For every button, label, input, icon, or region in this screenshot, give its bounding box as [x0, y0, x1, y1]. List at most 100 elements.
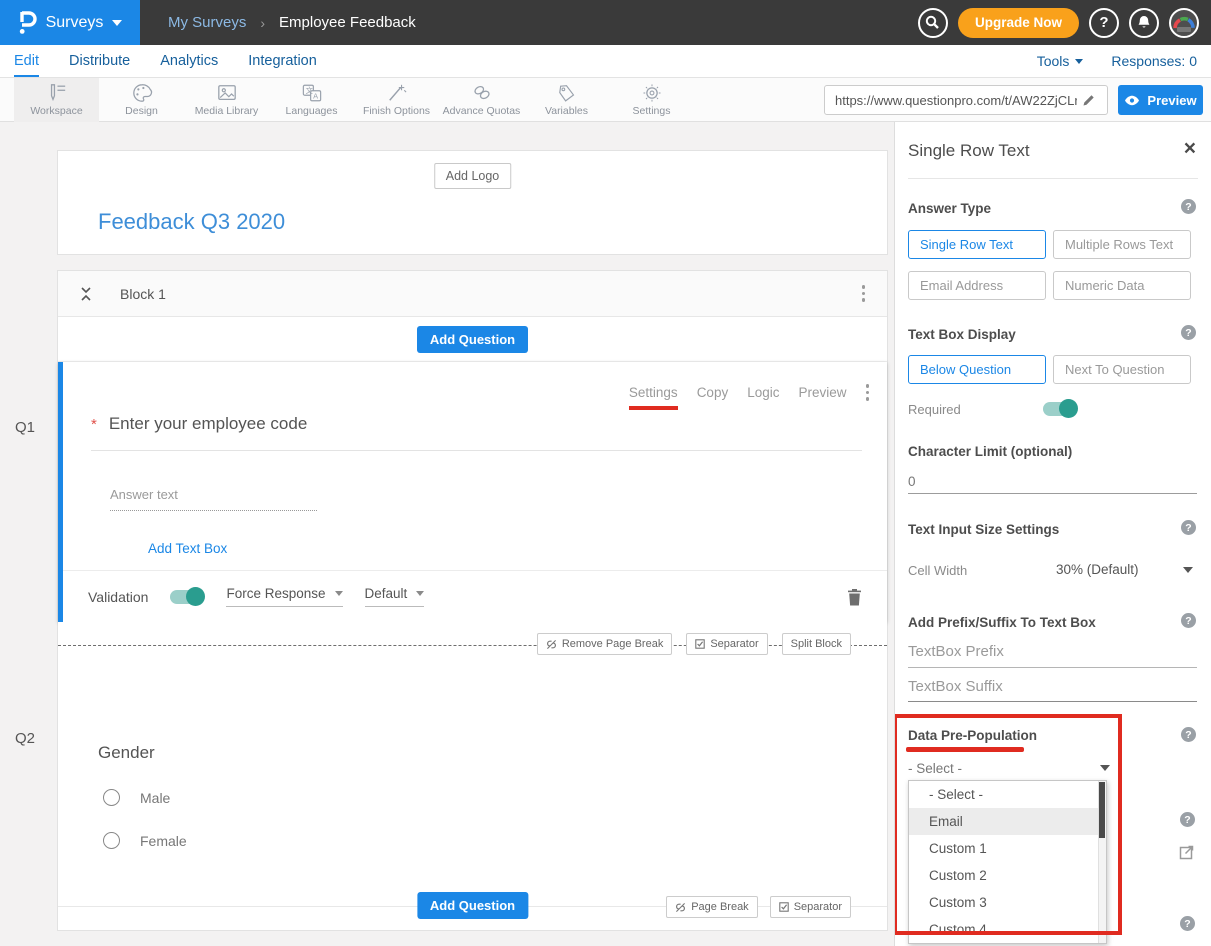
- external-link-icon[interactable]: [1179, 844, 1195, 860]
- required-asterisk: *: [91, 416, 97, 433]
- data-pre-population-select[interactable]: - Select -: [908, 761, 962, 776]
- dropdown-scrollbar[interactable]: [1098, 781, 1106, 943]
- display-next-to-question[interactable]: Next To Question: [1053, 355, 1191, 384]
- toolbar-item-finish-options[interactable]: Finish Options: [354, 78, 439, 122]
- block-card: Block 1 Add Question Settings Copy Logic…: [57, 270, 888, 931]
- block-title[interactable]: Block 1: [120, 286, 166, 302]
- top-header: Surveys My Surveys › Employee Feedback U…: [0, 0, 1211, 45]
- toolbar-item-workspace[interactable]: Workspace: [14, 78, 99, 122]
- answer-type-single-row-text[interactable]: Single Row Text: [908, 230, 1046, 259]
- search-button[interactable]: [918, 8, 948, 38]
- help-icon-data-pre-population[interactable]: [1181, 727, 1196, 742]
- help-icon-hidden-section-1[interactable]: [1180, 812, 1195, 827]
- nav-tab-edit[interactable]: Edit: [14, 45, 39, 77]
- split-block-button[interactable]: Split Block: [782, 633, 851, 655]
- tab-copy[interactable]: Copy: [697, 385, 729, 400]
- radio-option-male[interactable]: Male: [103, 789, 887, 806]
- toolbar-item-settings[interactable]: Settings: [609, 78, 694, 122]
- upgrade-now-button[interactable]: Upgrade Now: [958, 8, 1079, 38]
- survey-title[interactable]: Feedback Q3 2020: [98, 209, 285, 235]
- delete-question-trash-icon[interactable]: [847, 588, 862, 606]
- toolbar-item-media-library[interactable]: Media Library: [184, 78, 269, 122]
- force-response-select[interactable]: Force Response: [226, 586, 342, 607]
- toolbar-item-languages[interactable]: 文A Languages: [269, 78, 354, 122]
- help-icon-text-input-size[interactable]: [1181, 520, 1196, 535]
- close-panel-icon[interactable]: ×: [1184, 138, 1196, 159]
- nav-tab-integration[interactable]: Integration: [248, 45, 317, 77]
- preview-button[interactable]: Preview: [1118, 85, 1203, 115]
- tab-logic[interactable]: Logic: [747, 385, 779, 400]
- block-menu-kebab-icon[interactable]: [862, 285, 866, 302]
- question-text-q1[interactable]: Enter your employee code: [109, 414, 307, 434]
- textbox-suffix-input[interactable]: [908, 678, 1197, 695]
- dropdown-option-custom-1[interactable]: Custom 1: [909, 835, 1106, 862]
- dropdown-option-custom-3[interactable]: Custom 3: [909, 889, 1106, 916]
- user-avatar[interactable]: [1169, 8, 1199, 38]
- remove-page-break-button[interactable]: Remove Page Break: [537, 633, 673, 655]
- help-button[interactable]: [1089, 8, 1119, 38]
- text-input-size-label: Text Input Size Settings: [908, 522, 1059, 537]
- select-dropdown-caret-icon[interactable]: [1100, 765, 1110, 771]
- help-icon-answer-type[interactable]: [1181, 199, 1196, 214]
- default-select[interactable]: Default: [365, 586, 425, 607]
- checkbox-checked-icon: [695, 639, 705, 649]
- dropdown-option-custom-2[interactable]: Custom 2: [909, 862, 1106, 889]
- toolbar-label: Finish Options: [363, 105, 430, 117]
- validation-toggle[interactable]: [170, 590, 204, 604]
- toolbar-item-design[interactable]: Design: [99, 78, 184, 122]
- collapse-block-icon[interactable]: [80, 286, 92, 302]
- app-logo-menu[interactable]: Surveys: [0, 0, 140, 45]
- dropdown-option-select[interactable]: - Select -: [909, 781, 1106, 808]
- separator-button[interactable]: Separator: [686, 633, 767, 655]
- answer-type-email-address[interactable]: Email Address: [908, 271, 1046, 300]
- help-icon-hidden-section-2[interactable]: [1180, 916, 1195, 931]
- help-icon-prefix-suffix[interactable]: [1181, 613, 1196, 628]
- dropdown-option-custom-4[interactable]: Custom 4: [909, 916, 1106, 943]
- help-icon-text-box-display[interactable]: [1181, 325, 1196, 340]
- toolbar-item-advance-quotas[interactable]: Advance Quotas: [439, 78, 524, 122]
- notifications-button[interactable]: [1129, 8, 1159, 38]
- radio-circle-icon[interactable]: [103, 832, 120, 849]
- character-limit-value[interactable]: 0: [908, 474, 916, 489]
- split-block-label: Split Block: [791, 638, 842, 650]
- page-break-button[interactable]: Page Break: [666, 896, 757, 918]
- chevron-down-icon: [1075, 59, 1083, 64]
- tab-settings[interactable]: Settings: [629, 385, 678, 410]
- responses-count[interactable]: Responses: 0: [1111, 53, 1197, 69]
- add-question-button-bottom[interactable]: Add Question: [417, 892, 528, 919]
- cell-width-value[interactable]: 30% (Default): [1056, 562, 1139, 577]
- toolbar-item-variables[interactable]: Variables: [524, 78, 609, 122]
- radio-label: Male: [140, 790, 170, 806]
- add-question-button-top[interactable]: Add Question: [417, 326, 528, 353]
- answer-text-input[interactable]: [110, 487, 317, 511]
- add-logo-button[interactable]: Add Logo: [434, 163, 512, 189]
- breadcrumb-my-surveys[interactable]: My Surveys: [168, 14, 246, 31]
- add-text-box-link[interactable]: Add Text Box: [148, 541, 227, 556]
- eye-icon: [1124, 95, 1140, 106]
- tools-menu[interactable]: Tools: [1037, 53, 1084, 69]
- dropdown-scrollbar-thumb[interactable]: [1099, 782, 1105, 838]
- question-card-q2[interactable]: Gender Male Female Add Question: [58, 670, 887, 930]
- question-text-q2[interactable]: Gender: [98, 743, 887, 763]
- radio-circle-icon[interactable]: [103, 789, 120, 806]
- required-toggle[interactable]: [1043, 402, 1077, 416]
- question-card-q1[interactable]: Settings Copy Logic Preview * Enter your…: [58, 362, 887, 622]
- answer-type-numeric-data[interactable]: Numeric Data: [1053, 271, 1191, 300]
- separator-button-bottom[interactable]: Separator: [770, 896, 851, 918]
- radio-option-female[interactable]: Female: [103, 832, 887, 849]
- default-label: Default: [365, 586, 408, 601]
- survey-url-input[interactable]: [835, 93, 1077, 108]
- question-action-tabs: Settings Copy Logic Preview: [629, 384, 869, 401]
- cell-width-dropdown-caret-icon[interactable]: [1183, 567, 1193, 573]
- toolbar-label: Media Library: [195, 105, 259, 117]
- nav-tab-analytics[interactable]: Analytics: [160, 45, 218, 77]
- answer-type-multiple-rows-text[interactable]: Multiple Rows Text: [1053, 230, 1191, 259]
- nav-tab-distribute[interactable]: Distribute: [69, 45, 130, 77]
- tab-preview[interactable]: Preview: [798, 385, 846, 400]
- textbox-prefix-input[interactable]: [908, 643, 1197, 660]
- question-menu-kebab-icon[interactable]: [866, 384, 870, 401]
- edit-url-pencil-icon[interactable]: [1077, 88, 1101, 112]
- dropdown-option-email[interactable]: Email: [909, 808, 1106, 835]
- display-below-question[interactable]: Below Question: [908, 355, 1046, 384]
- data-pre-population-label: Data Pre-Population: [908, 728, 1037, 743]
